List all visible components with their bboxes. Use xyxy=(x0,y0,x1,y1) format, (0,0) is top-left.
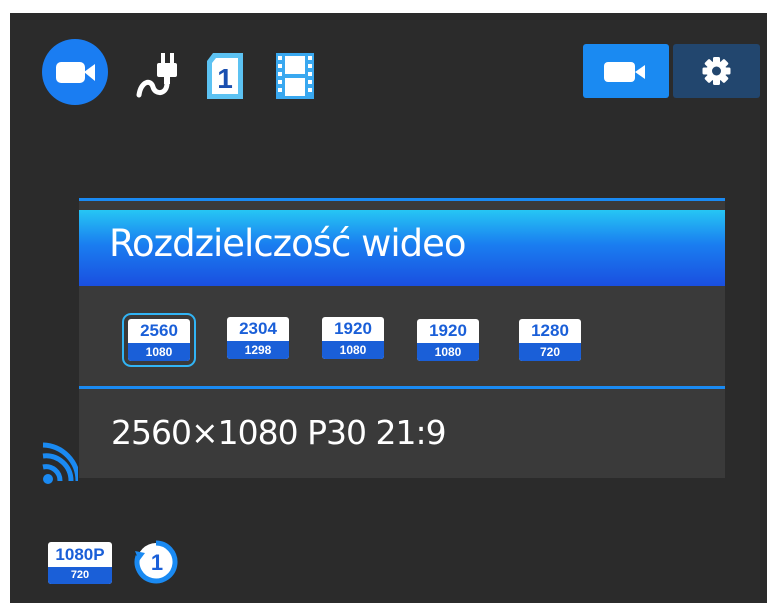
option-width: 2304 xyxy=(239,319,277,338)
option-height: 1080 xyxy=(322,341,384,359)
sd-card-number: 1 xyxy=(217,63,233,94)
dialog-header: Rozdzielczość wideo xyxy=(79,198,725,286)
option-width: 1280 xyxy=(531,321,569,340)
resolution-detail: 2560×1080 P30 21:9 xyxy=(79,389,725,478)
resolution-options: 2560 1080 2304 1298 1920 1080 1920 1080 … xyxy=(79,286,725,386)
resolution-detail-text: 2560×1080 P30 21:9 xyxy=(111,413,447,452)
gear-icon xyxy=(702,57,731,85)
resolution-badge: 1080P 720 xyxy=(48,542,112,584)
video-camera-icon xyxy=(604,62,645,82)
header-divider xyxy=(79,198,725,201)
wifi-icon xyxy=(40,441,81,487)
camera-screen: 1 Rozdzielczość wideo 2560 1080 2304 129… xyxy=(10,13,767,603)
timer-icon: 1 xyxy=(133,539,179,585)
option-height: 720 xyxy=(519,343,581,361)
video-resolution-dialog: Rozdzielczość wideo 2560 1080 2304 1298 … xyxy=(79,198,725,478)
resolution-badge-top: 1080P xyxy=(55,545,105,564)
resolution-option-1920x1080[interactable]: 1920 1080 xyxy=(322,317,384,359)
status-bar: 1 xyxy=(10,13,767,133)
resolution-option-2560x1080[interactable]: 2560 1080 xyxy=(122,313,196,367)
resolution-option-1280x720[interactable]: 1280 720 xyxy=(519,319,581,361)
video-camera-icon[interactable] xyxy=(42,39,108,105)
settings-button[interactable] xyxy=(673,44,760,98)
option-height: 1298 xyxy=(227,341,289,359)
timer-value: 1 xyxy=(151,550,163,575)
option-width: 2560 xyxy=(140,321,178,340)
sd-card-icon: 1 xyxy=(203,51,247,101)
resolution-option-1920x1080-alt[interactable]: 1920 1080 xyxy=(417,319,479,361)
option-width: 1920 xyxy=(429,321,467,340)
resolution-option-2304x1298[interactable]: 2304 1298 xyxy=(227,317,289,359)
video-mode-button[interactable] xyxy=(583,44,669,98)
power-plug-icon xyxy=(135,51,179,103)
dialog-title: Rozdzielczość wideo xyxy=(109,222,467,265)
film-icon xyxy=(276,53,314,99)
option-height: 1080 xyxy=(128,343,190,361)
resolution-badge-bottom: 720 xyxy=(48,567,112,584)
option-width: 1920 xyxy=(334,319,372,338)
option-height: 1080 xyxy=(417,343,479,361)
